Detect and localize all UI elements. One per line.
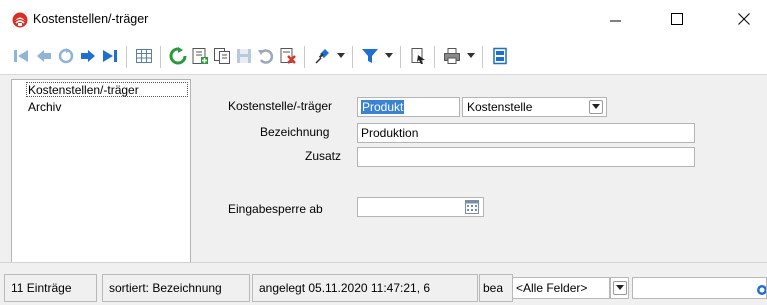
last-record-icon[interactable] (100, 46, 120, 66)
kostenstelle-type-value: Kostenstelle (467, 100, 533, 114)
zusatz-input[interactable] (357, 147, 695, 167)
undo-icon[interactable] (256, 46, 276, 66)
minimize-button[interactable] (593, 0, 639, 38)
fields-filter-select[interactable]: <Alle Felder> (512, 277, 610, 299)
toolbar-separator (304, 46, 305, 68)
kostenstelle-label: Kostenstelle/-träger (228, 99, 333, 113)
status-bar: 11 Einträge sortiert: Bezeichnung angele… (0, 262, 767, 305)
new-record-icon[interactable] (190, 46, 210, 66)
previous-record-icon[interactable] (34, 46, 54, 66)
toolbar-separator (160, 46, 161, 68)
filter-dropdown-icon[interactable] (385, 51, 393, 61)
title-bar: Kostenstellen/-träger (0, 0, 767, 38)
main-panel: Kostenstellen/-träger Archiv Kostenstell… (0, 74, 767, 263)
edited-info: bea (479, 274, 513, 302)
delete-icon[interactable] (278, 46, 298, 66)
filter-icon[interactable] (360, 46, 380, 66)
search-input[interactable] (632, 277, 767, 299)
chevron-down-icon[interactable] (589, 100, 603, 114)
kostenstelle-input[interactable]: Produkt (357, 97, 460, 117)
minimize-icon (610, 20, 621, 22)
toolbar (0, 38, 767, 74)
created-info: angelegt 05.11.2020 11:47:21, 6 (252, 274, 478, 302)
print-icon[interactable] (442, 46, 462, 66)
first-record-icon[interactable] (11, 46, 31, 66)
refresh-small-icon[interactable] (56, 46, 76, 66)
maximize-button[interactable] (654, 0, 700, 38)
record-count: 11 Einträge (4, 274, 97, 302)
print-dropdown-icon[interactable] (467, 51, 475, 61)
export-icon[interactable] (408, 46, 428, 66)
save-icon[interactable] (234, 46, 254, 66)
toolbar-separator (126, 46, 127, 68)
copy-record-icon[interactable] (212, 46, 232, 66)
fields-filter-dropdown[interactable] (610, 277, 629, 299)
toolbar-separator (352, 46, 353, 68)
eingabesperre-date-input[interactable] (357, 197, 484, 217)
reload-icon[interactable] (168, 46, 188, 66)
toolbar-separator (434, 46, 435, 68)
settings-icon[interactable] (490, 46, 510, 66)
table-view-icon[interactable] (134, 46, 154, 66)
toolbar-separator (482, 46, 483, 68)
close-button[interactable] (721, 0, 767, 38)
window-title: Kostenstellen/-träger (33, 12, 149, 26)
nav-list: Kostenstellen/-träger Archiv (11, 79, 191, 263)
nav-item-kostenstellen[interactable]: Kostenstellen/-träger (28, 83, 139, 97)
maximize-icon (671, 13, 683, 25)
eingabesperre-label: Eingabesperre ab (228, 202, 323, 216)
search-icon[interactable] (754, 281, 766, 295)
kostenstelle-type-select[interactable]: Kostenstelle (462, 97, 607, 117)
next-record-icon[interactable] (78, 46, 98, 66)
zusatz-label: Zusatz (305, 149, 342, 163)
bezeichnung-label: Bezeichnung (260, 125, 330, 139)
pin-dropdown-icon[interactable] (337, 51, 345, 61)
pin-icon[interactable] (312, 46, 332, 66)
calendar-icon[interactable] (465, 200, 479, 214)
app-logo-icon (12, 12, 28, 28)
bezeichnung-input[interactable]: Produktion (357, 123, 695, 143)
close-icon (738, 13, 750, 25)
nav-item-archiv[interactable]: Archiv (28, 100, 61, 114)
kostenstelle-value: Produkt (361, 100, 405, 114)
sort-info: sortiert: Bezeichnung (102, 274, 250, 302)
toolbar-separator (400, 46, 401, 68)
chevron-down-icon (612, 281, 627, 295)
